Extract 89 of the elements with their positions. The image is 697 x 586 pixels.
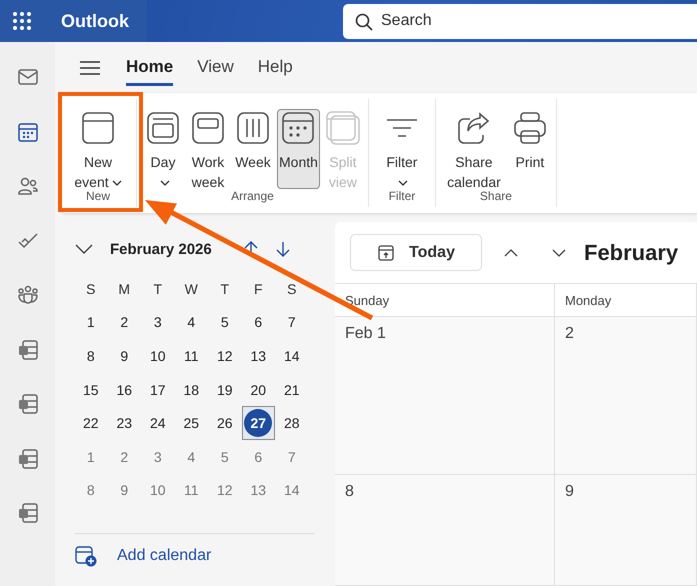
group-label: Arrange [231, 189, 274, 203]
date-cell[interactable]: 22 [76, 409, 105, 438]
date-cell[interactable]: 16 [110, 376, 138, 404]
date-cell[interactable]: 13 [244, 476, 272, 504]
weekday-label: W [184, 280, 199, 299]
date-cell[interactable]: 2 [110, 442, 138, 471]
date-cell[interactable]: 2 [110, 308, 138, 336]
date-cell[interactable]: 26 [210, 409, 239, 438]
work-week-button[interactable]: Work week [187, 109, 229, 189]
date-cell[interactable]: 20 [244, 376, 272, 404]
day-cell[interactable]: Feb 1 [335, 317, 555, 475]
date-cell[interactable]: 21 [278, 376, 306, 404]
date-cell[interactable]: 24 [144, 409, 172, 438]
ribbon-tab[interactable]: Home [126, 49, 174, 86]
date-cell[interactable]: 11 [177, 342, 206, 370]
date-cell[interactable]: 14 [278, 342, 306, 370]
weekday-label: S [286, 280, 298, 299]
date-cell[interactable]: 3 [144, 308, 172, 336]
date-cell[interactable]: 1 [76, 308, 105, 336]
weekday-label: T [219, 280, 230, 299]
new-event-button[interactable]: New event [66, 109, 130, 189]
date-cell[interactable]: 4 [177, 308, 206, 336]
work-week-view-icon [190, 110, 226, 146]
split-view-icon [324, 110, 361, 146]
menu-icon[interactable] [80, 60, 100, 76]
week-button[interactable]: Week [233, 109, 273, 189]
day-button[interactable]: Day [143, 109, 183, 189]
day-cell[interactable]: 9 [555, 475, 697, 586]
day-cell[interactable]: 8 [335, 475, 555, 586]
calendar-icon [80, 110, 116, 146]
weekday-label: M [117, 280, 132, 299]
month-button[interactable]: Month [277, 109, 320, 189]
today-button[interactable]: Today [350, 234, 482, 271]
date-cell[interactable]: 10 [144, 476, 172, 504]
date-cell[interactable]: 27 [244, 409, 272, 438]
date-cell[interactable]: 5 [210, 442, 239, 471]
ribbon-tab[interactable]: Help [258, 49, 293, 86]
search-field[interactable]: Search [343, 4, 697, 38]
date-cell[interactable]: 28 [278, 409, 306, 438]
group-label: New [86, 189, 110, 203]
arrow-down-icon[interactable] [276, 241, 290, 257]
weekday-label: F [252, 280, 264, 299]
date-cell[interactable]: 6 [244, 308, 272, 336]
chevron-down-icon[interactable] [75, 244, 93, 254]
date-cell[interactable]: 17 [144, 376, 172, 404]
group-label: Filter [388, 189, 416, 203]
date-cell[interactable]: 12 [210, 476, 239, 504]
date-cell[interactable]: 8 [76, 476, 105, 504]
share-button[interactable]: Share calendar [442, 109, 506, 189]
date-cell[interactable]: 7 [278, 308, 306, 336]
chevron-up-icon[interactable] [504, 248, 518, 256]
printer-icon [512, 110, 548, 146]
filter-button[interactable]: Filter [374, 109, 429, 189]
date-cell[interactable]: 15 [76, 376, 105, 404]
ribbon-tab[interactable]: View [197, 49, 234, 86]
app-title: Outlook [61, 10, 129, 32]
date-cell[interactable]: 6 [244, 442, 272, 471]
date-cell[interactable]: 3 [144, 442, 172, 471]
date-cell[interactable]: 1 [76, 442, 105, 471]
date-cell[interactable]: 11 [177, 476, 206, 504]
date-cell[interactable]: 5 [210, 308, 239, 336]
weekday-label: S [85, 280, 96, 299]
date-cell[interactable]: 13 [244, 342, 272, 370]
calendar-title: February [584, 240, 678, 266]
date-cell[interactable]: 14 [278, 476, 306, 504]
date-cell[interactable]: 4 [177, 442, 206, 471]
month-view-icon [280, 110, 316, 146]
date-cell[interactable]: 19 [210, 376, 239, 404]
date-cell[interactable]: 8 [76, 342, 105, 370]
week-view-icon [235, 110, 271, 146]
date-cell[interactable]: 25 [177, 409, 206, 438]
date-cell[interactable]: 12 [210, 342, 239, 370]
date-cell[interactable]: 9 [110, 476, 138, 504]
date-cell[interactable]: 10 [144, 342, 172, 370]
print-button[interactable]: Print [510, 109, 550, 189]
calendar-add-icon [75, 545, 97, 568]
group-label: Share [480, 189, 512, 203]
add-calendar-link[interactable]: Add calendar [117, 547, 212, 566]
share-icon [456, 110, 492, 146]
date-cell[interactable]: 18 [177, 376, 206, 404]
date-cell[interactable]: 9 [110, 342, 138, 370]
date-cell[interactable]: 7 [278, 442, 306, 471]
weekday-label: T [152, 280, 164, 299]
day-view-icon [145, 110, 181, 146]
date-cell[interactable]: 23 [110, 409, 138, 438]
month-title: February 2026 [110, 240, 212, 258]
app-launcher-icon[interactable] [13, 12, 31, 30]
day-cell[interactable]: 2 [555, 317, 697, 475]
chevron-down-icon[interactable] [552, 248, 566, 256]
